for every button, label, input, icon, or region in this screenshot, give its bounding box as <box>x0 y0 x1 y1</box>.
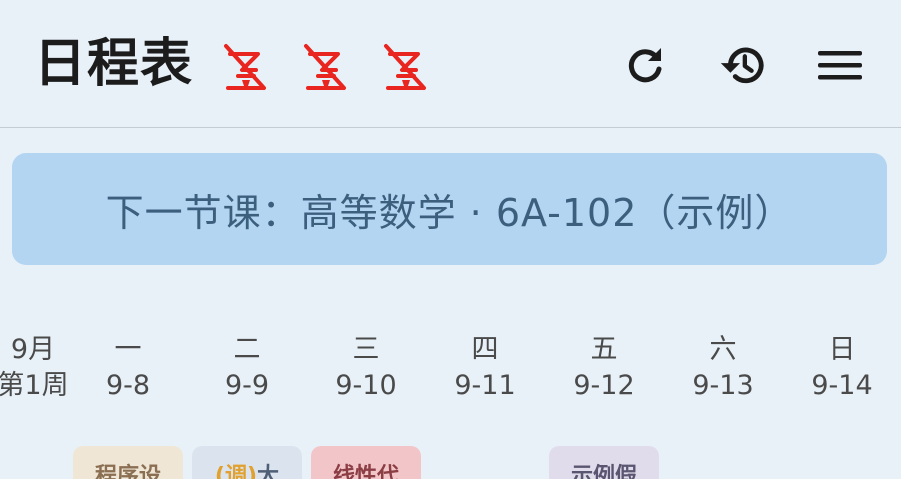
day-date: 9-14 <box>811 370 873 401</box>
day-name: 三 <box>352 334 380 365</box>
day-name: 二 <box>233 334 261 365</box>
day-header[interactable]: 三 9-10 <box>311 332 421 404</box>
course-name: 线性代 <box>332 464 399 479</box>
course-chip[interactable]: 线性代 <box>311 446 421 479</box>
day-name: 五 <box>590 334 618 365</box>
adjusted-tag: (调) <box>214 464 258 479</box>
month-label: 9月 <box>10 334 56 365</box>
refresh-button[interactable] <box>620 40 670 90</box>
header: 日程表 <box>0 0 901 128</box>
day-header[interactable]: 日 9-14 <box>787 332 897 404</box>
day-date: 9-12 <box>573 370 635 401</box>
broken-alarm-icon <box>298 40 352 94</box>
course-chip[interactable]: 示例假 <box>549 446 659 479</box>
refresh-icon <box>628 48 662 83</box>
history-icon <box>720 47 764 84</box>
day-header[interactable]: 二 9-9 <box>192 332 302 404</box>
broken-alarm-icon <box>378 40 432 94</box>
day-header[interactable]: 四 9-11 <box>430 332 540 404</box>
week-number: 第1周 <box>0 370 69 401</box>
day-date: 9-8 <box>105 370 151 401</box>
broken-alarm-icon <box>218 40 272 94</box>
app-root: 日程表 下一节课：高等数学 · 6A-102（示例） 9月 第1周 一 9-8 … <box>0 0 901 479</box>
day-name: 一 <box>114 334 142 365</box>
course-chip[interactable]: (调)大 <box>192 446 302 479</box>
course-name: 大 <box>257 464 280 479</box>
day-date: 9-10 <box>335 370 397 401</box>
day-date: 9-9 <box>224 370 270 401</box>
menu-icon <box>818 51 862 80</box>
day-date: 9-11 <box>454 370 516 401</box>
history-button[interactable] <box>716 40 766 90</box>
course-name: 程序设 <box>94 464 161 479</box>
day-name: 四 <box>471 334 499 365</box>
page-title: 日程表 <box>34 34 194 94</box>
day-header[interactable]: 六 9-13 <box>668 332 778 404</box>
day-name: 六 <box>709 334 737 365</box>
day-name: 日 <box>828 334 856 365</box>
course-name: 示例假 <box>570 464 637 479</box>
day-header[interactable]: 五 9-12 <box>549 332 659 404</box>
next-class-banner[interactable]: 下一节课：高等数学 · 6A-102（示例） <box>12 153 887 265</box>
day-header[interactable]: 一 9-8 <box>73 332 183 404</box>
day-date: 9-13 <box>692 370 754 401</box>
next-class-text: 下一节课：高等数学 · 6A-102（示例） <box>105 190 794 235</box>
week-label: 9月 第1周 <box>0 332 72 404</box>
menu-button[interactable] <box>815 40 865 90</box>
course-chip[interactable]: 程序设 <box>73 446 183 479</box>
